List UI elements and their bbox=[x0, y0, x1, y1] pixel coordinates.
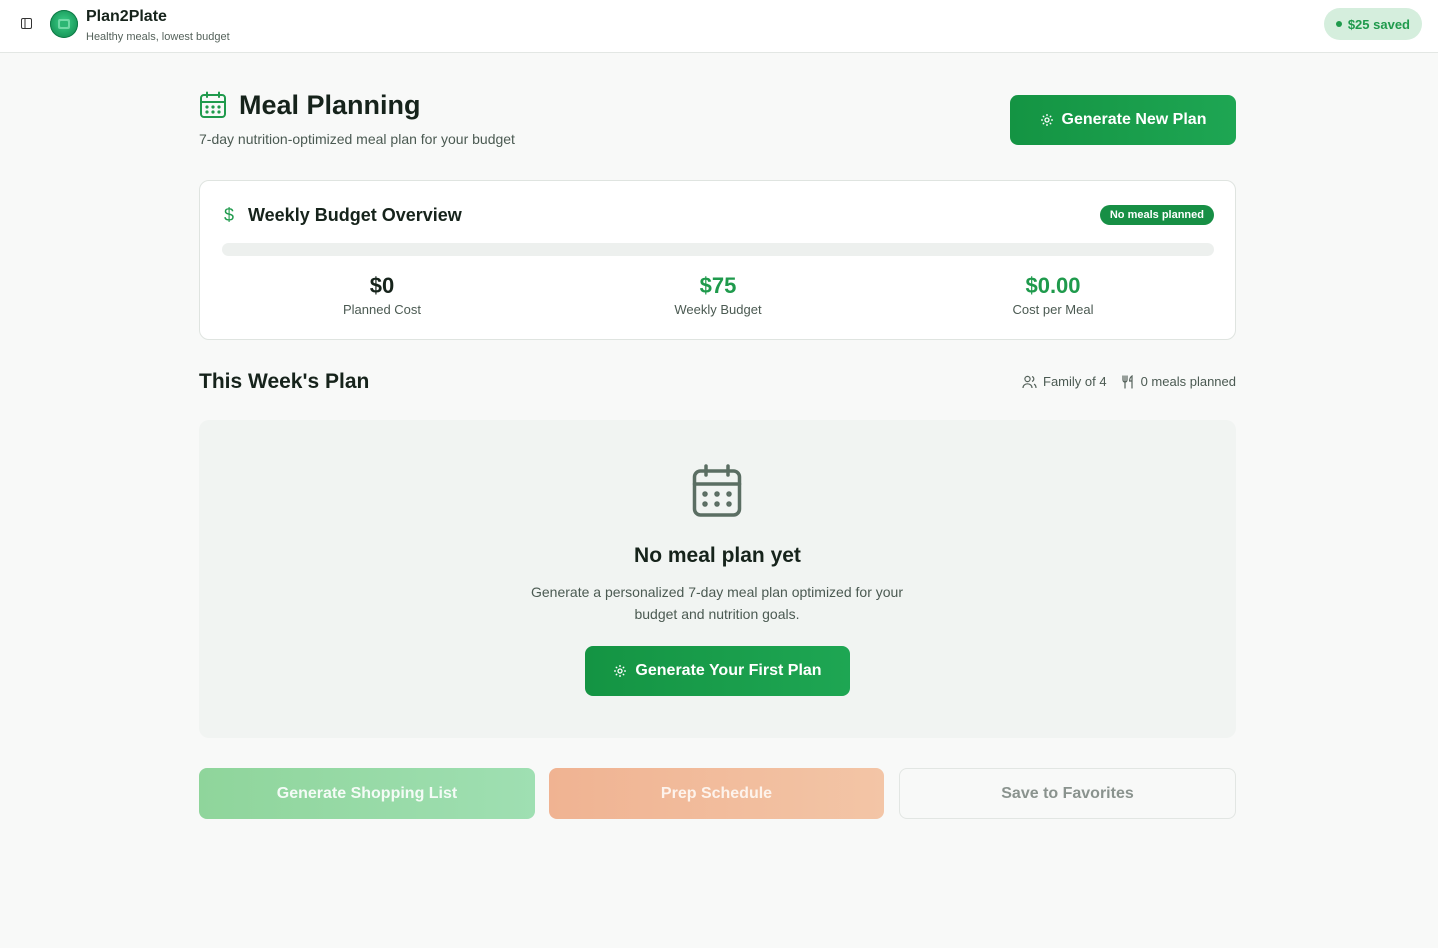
users-icon bbox=[1022, 375, 1037, 388]
generate-first-plan-button[interactable]: Generate Your First Plan bbox=[585, 646, 850, 696]
generate-first-plan-label: Generate Your First Plan bbox=[635, 662, 822, 679]
stat-value: $0 bbox=[369, 273, 395, 298]
stat-label: Planned Cost bbox=[342, 302, 422, 317]
app-logo bbox=[50, 10, 78, 38]
status-dot-icon bbox=[1335, 21, 1342, 27]
stat-label: Cost per Meal bbox=[1012, 302, 1094, 317]
sidebar-toggle-icon[interactable] bbox=[20, 17, 33, 30]
empty-state-title: No meal plan yet bbox=[634, 544, 801, 567]
page-subtitle: 7-day nutrition-optimized meal plan for … bbox=[199, 131, 515, 147]
budget-overview-card: $ Weekly Budget Overview No meals planne… bbox=[199, 180, 1236, 340]
meals-planned-text: 0 meals planned bbox=[1140, 374, 1236, 389]
family-size-text: Family of 4 bbox=[1043, 374, 1107, 389]
save-to-favorites-button[interactable]: Save to Favorites bbox=[899, 768, 1236, 819]
top-bar: Plan2Plate Healthy meals, lowest budget … bbox=[0, 0, 1438, 53]
calendar-icon bbox=[199, 91, 227, 124]
stat-planned-cost: $0 Planned Cost bbox=[272, 273, 492, 317]
stat-value: $75 bbox=[699, 273, 737, 298]
utensils-icon bbox=[1121, 374, 1133, 389]
family-size: Family of 4 bbox=[1022, 374, 1107, 389]
empty-state-panel: No meal plan yet Generate a personalized… bbox=[199, 420, 1236, 738]
stat-weekly-budget: $75 Weekly Budget bbox=[608, 273, 828, 317]
app-tagline: Healthy meals, lowest budget bbox=[86, 31, 230, 43]
dollar-icon: $ bbox=[224, 205, 235, 225]
page-title: Meal Planning bbox=[239, 90, 421, 120]
budget-progress-bar bbox=[222, 243, 1214, 256]
app-name: Plan2Plate bbox=[86, 8, 167, 25]
gear-icon bbox=[614, 665, 627, 677]
gear-icon bbox=[1040, 114, 1053, 126]
calendar-icon bbox=[692, 464, 742, 523]
empty-state-description: Generate a personalized 7-day meal plan … bbox=[531, 584, 903, 622]
generate-shopping-list-button[interactable]: Generate Shopping List bbox=[199, 768, 535, 819]
stat-label: Weekly Budget bbox=[674, 302, 762, 317]
week-plan-title: This Week's Plan bbox=[199, 370, 370, 393]
budget-title: Weekly Budget Overview bbox=[248, 205, 462, 225]
savings-badge: $25 saved bbox=[1323, 8, 1422, 40]
savings-text: $25 saved bbox=[1347, 16, 1410, 32]
meals-planned-count: 0 meals planned bbox=[1121, 374, 1236, 389]
status-badge: No meals planned bbox=[1099, 205, 1214, 225]
generate-new-plan-label: Generate New Plan bbox=[1061, 111, 1207, 128]
stat-value: $0.00 bbox=[1025, 273, 1081, 298]
generate-new-plan-button[interactable]: Generate New Plan bbox=[1010, 95, 1236, 145]
week-meta: Family of 4 0 meals planned bbox=[1022, 374, 1236, 389]
stat-cost-per-meal: $0.00 Cost per Meal bbox=[943, 273, 1163, 317]
prep-schedule-button[interactable]: Prep Schedule bbox=[549, 768, 884, 819]
